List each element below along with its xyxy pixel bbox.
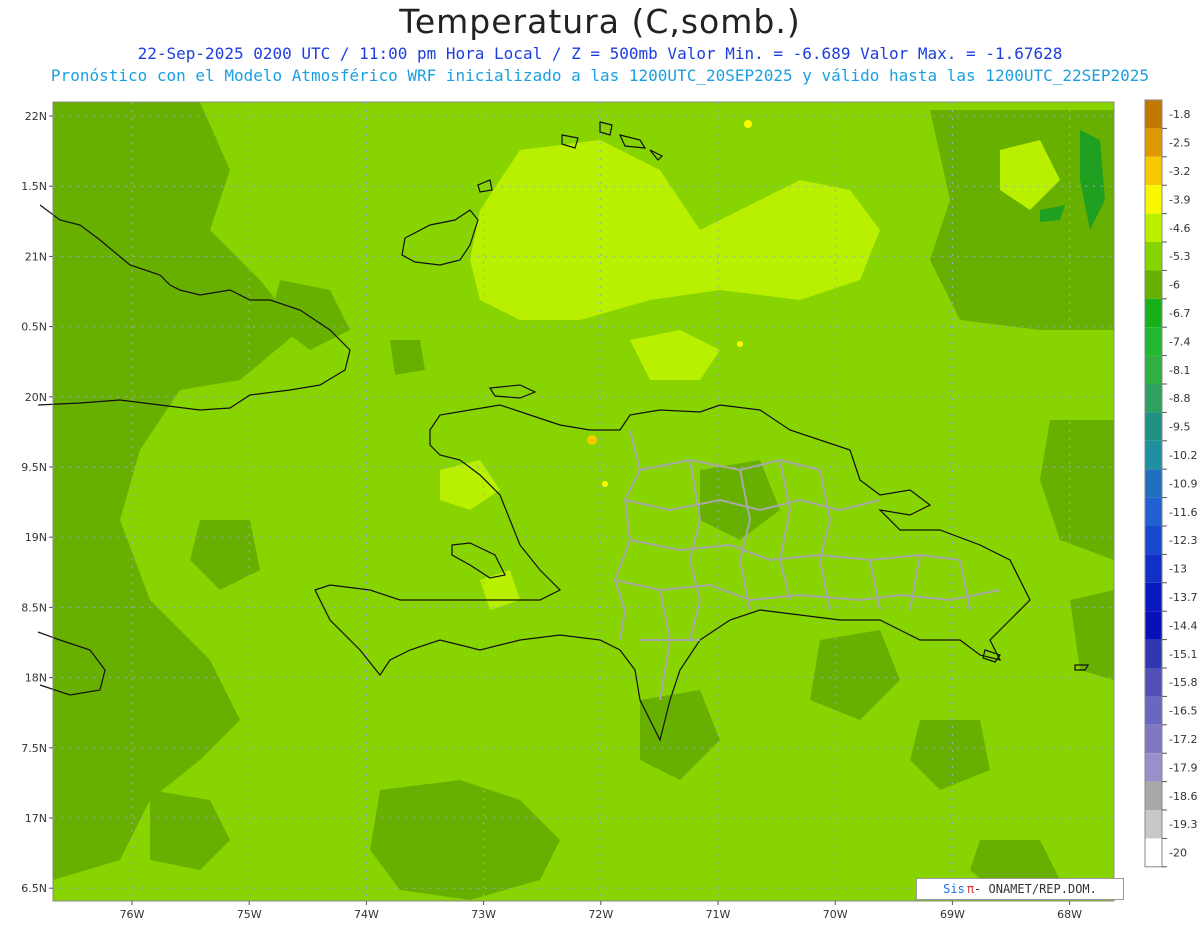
- legend-label: -7.4: [1169, 335, 1190, 348]
- lon-label: 72W: [588, 908, 613, 921]
- legend-swatch: [1145, 156, 1162, 186]
- lat-label: 0.5N: [21, 321, 47, 334]
- color-legend: -1.8 -2.5 -3.2 -3.9 -4.6 -5.3 -6 -6.7 -7.4 -8.1 -8…: [1144, 99, 1197, 868]
- legend-swatch: [1145, 668, 1162, 697]
- lat-label: 21N: [25, 250, 47, 263]
- lat-label: 18N: [25, 672, 47, 685]
- legend-swatch: [1145, 298, 1162, 328]
- lat-label: 7.5N: [21, 742, 47, 755]
- pi-symbol: π: [966, 882, 975, 896]
- legend-label: -6.7: [1169, 307, 1190, 320]
- lon-label: 70W: [823, 908, 848, 921]
- legend-swatch: [1145, 128, 1162, 157]
- legend-label: -19.3: [1169, 818, 1197, 831]
- legend-label: -10.2: [1169, 449, 1197, 462]
- lat-label: 8.5N: [21, 601, 47, 614]
- legend-label: -4.6: [1169, 222, 1190, 235]
- lon-label: 69W: [940, 908, 965, 921]
- legend-swatch: [1145, 469, 1162, 498]
- legend-swatch: [1145, 100, 1162, 129]
- credit-text: - ONAMET/REP.DOM.: [974, 882, 1097, 896]
- legend-label: -18.6: [1169, 790, 1197, 803]
- legend-swatch: [1145, 611, 1162, 640]
- lon-label: 68W: [1057, 908, 1082, 921]
- legend-swatch: [1145, 582, 1162, 612]
- legend-label: -10.9: [1169, 477, 1197, 490]
- legend-label: -5.3: [1169, 250, 1190, 263]
- legend-swatch: [1145, 696, 1162, 725]
- legend-swatch: [1145, 242, 1162, 271]
- latitude-labels: 22N 1.5N 21N 0.5N 20N 9.5N 19N 8.5N 18N 7.5N 17N 6.…: [21, 110, 53, 895]
- legend-swatch: [1145, 639, 1162, 668]
- legend-swatch: [1145, 384, 1162, 413]
- legend-swatch: [1145, 412, 1162, 441]
- lat-label: 17N: [25, 812, 47, 825]
- legend-label: -6: [1169, 279, 1180, 292]
- legend-label: -8.1: [1169, 364, 1190, 377]
- legend-label: -1.8: [1169, 108, 1190, 121]
- legend-label: -16.5: [1169, 705, 1197, 718]
- temperature-map: 22N 1.5N 21N 0.5N 20N 9.5N 19N 8.5N 18N 7.5N 17N 6.…: [21, 99, 1197, 921]
- legend-label: -9.5: [1169, 421, 1190, 434]
- legend-label: -12.3: [1169, 534, 1197, 547]
- legend-swatch: [1145, 355, 1162, 384]
- lat-label: 9.5N: [21, 461, 47, 474]
- credit-box: Sis π - ONAMET/REP.DOM.: [916, 878, 1124, 900]
- legend-label: -15.1: [1169, 648, 1197, 661]
- legend-swatch: [1145, 838, 1162, 867]
- legend-swatch: [1145, 724, 1162, 754]
- lat-label: 20N: [25, 391, 47, 404]
- legend-label: -14.4: [1169, 619, 1197, 632]
- lon-label: 76W: [120, 908, 145, 921]
- sispi-brand: Sis: [943, 882, 965, 896]
- legend-label: -8.8: [1169, 392, 1190, 405]
- lat-label: 22N: [25, 110, 47, 123]
- legend-swatch: [1145, 213, 1162, 242]
- lon-label: 75W: [237, 908, 262, 921]
- legend-label: -20: [1169, 847, 1187, 860]
- legend-swatch: [1145, 554, 1162, 583]
- legend-label: -15.8: [1169, 676, 1197, 689]
- legend-label: -17.2: [1169, 733, 1197, 746]
- lon-label: 74W: [354, 908, 379, 921]
- legend-label: -11.6: [1169, 506, 1197, 519]
- legend-swatch: [1145, 327, 1162, 356]
- legend-label: -3.2: [1169, 165, 1190, 178]
- legend-swatch: [1145, 526, 1162, 555]
- legend-label: -13: [1169, 563, 1187, 576]
- legend-label: -13.7: [1169, 591, 1197, 604]
- lat-label: 1.5N: [21, 180, 47, 193]
- legend-swatch: [1145, 781, 1162, 810]
- lon-label: 71W: [706, 908, 731, 921]
- lat-label: 6.5N: [21, 882, 47, 895]
- longitude-labels: 76W 75W 74W 73W 72W 71W 70W 69W 68W: [120, 901, 1082, 921]
- lat-label: 19N: [25, 531, 47, 544]
- legend-swatch: [1145, 810, 1162, 839]
- legend-label: -2.5: [1169, 137, 1190, 150]
- legend-label: -3.9: [1169, 193, 1190, 206]
- legend-swatch: [1145, 440, 1162, 470]
- legend-swatch: [1145, 497, 1162, 526]
- legend-swatch: [1145, 185, 1162, 214]
- plot-area: [37, 102, 1114, 901]
- legend-swatch: [1145, 753, 1162, 782]
- legend-swatch: [1145, 270, 1162, 299]
- lon-label: 73W: [471, 908, 496, 921]
- legend-label: -17.9: [1169, 761, 1197, 774]
